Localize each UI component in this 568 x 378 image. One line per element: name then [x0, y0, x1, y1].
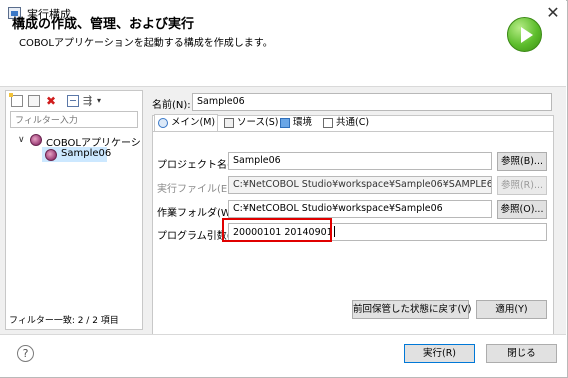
new-configuration-icon[interactable] — [9, 93, 23, 107]
delete-configuration-icon[interactable]: ✖ — [45, 95, 57, 107]
common-tab-icon — [323, 118, 333, 128]
exec-file-label: 実行ファイル(E): — [157, 184, 235, 195]
close-button[interactable]: 閉じる — [486, 344, 557, 363]
exec-file-browse-button[interactable]: 参照(R)... — [497, 176, 547, 195]
tab-environment[interactable]: 環境 — [277, 115, 319, 131]
main-tab-icon — [158, 118, 168, 128]
collapse-all-icon[interactable] — [67, 95, 79, 107]
tab-divider — [152, 131, 554, 132]
run-button[interactable]: 実行(R) — [404, 344, 475, 363]
tab-source[interactable]: ソース(S) — [221, 115, 279, 131]
tab-main-label: メイン(M) — [171, 117, 216, 128]
name-label: 名前(N): — [152, 100, 191, 111]
workdir-field[interactable]: C:¥NetCOBOL Studio¥workspace¥Sample06 — [228, 200, 492, 218]
cobol-config-icon — [45, 149, 57, 161]
chevron-down-icon[interactable]: ▾ — [97, 95, 109, 107]
run-banner-icon — [507, 17, 542, 52]
duplicate-configuration-icon[interactable] — [28, 95, 40, 107]
filter-input[interactable] — [10, 111, 138, 128]
exec-file-field[interactable]: C:¥NetCOBOL Studio¥workspace¥Sample06¥SA… — [228, 176, 492, 194]
workdir-browse-button[interactable]: 参照(O)... — [497, 200, 547, 219]
header-message: COBOLアプリケーションを起動する構成を作成します。 — [19, 38, 273, 49]
project-browse-button[interactable]: 参照(B)... — [497, 152, 547, 171]
tab-common[interactable]: 共通(C) — [320, 115, 374, 131]
filter-status: フィルター一致: 2 / 2 項目 — [9, 316, 119, 326]
source-tab-icon — [224, 118, 234, 128]
tab-environment-label: 環境 — [293, 117, 313, 128]
tab-source-label: ソース(S) — [237, 117, 279, 128]
project-field[interactable]: Sample06 — [228, 152, 492, 170]
close-icon[interactable]: ✕ — [543, 3, 563, 23]
tab-main[interactable]: メイン(M) — [154, 114, 218, 131]
name-field[interactable]: Sample06 — [192, 93, 552, 111]
help-icon[interactable]: ? — [17, 345, 34, 362]
apply-button[interactable]: 適用(Y) — [476, 300, 547, 319]
cobol-app-icon — [30, 134, 42, 146]
tree-item-label: Sample06 — [61, 148, 112, 159]
tab-common-label: 共通(C) — [336, 117, 370, 128]
filter-config-icon[interactable]: ⇶ — [83, 95, 95, 107]
environment-tab-icon — [280, 118, 290, 128]
dialog-footer — [0, 335, 566, 377]
page-title: 構成の作成、管理、および実行 — [12, 17, 195, 32]
workdir-label: 作業フォルダ(W): — [157, 208, 239, 219]
revert-button[interactable]: 前回保管した状態に戻す(V) — [352, 300, 471, 319]
highlight-callout — [222, 218, 332, 242]
configuration-list-pane: ✖ ⇶ ▾ ∨ COBOLアプリケーション Sample06 — [5, 90, 143, 330]
text-caret — [333, 226, 335, 237]
tree-expand-icon[interactable]: ∨ — [18, 135, 25, 145]
